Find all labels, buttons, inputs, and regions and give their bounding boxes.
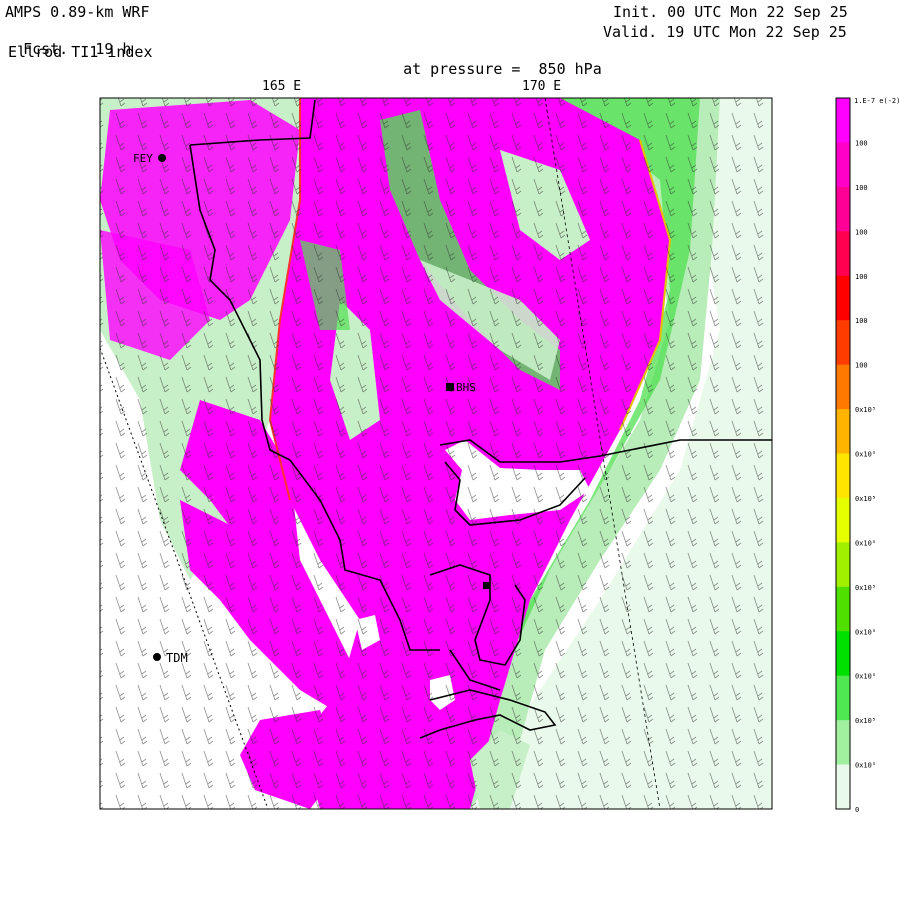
colorbar-tick-label: 0x10⁵ [855, 451, 876, 459]
colorbar-swatch [836, 275, 850, 321]
colorbar-swatch [836, 231, 850, 277]
colorbar-swatch [836, 675, 850, 721]
colorbar-tick-label: 0x10⁵ [855, 406, 876, 414]
colorbar-tick-label: 100 [855, 228, 868, 236]
colorbar-tick-label: 0 [855, 806, 859, 814]
colorbar-tick-label: 100 [855, 362, 868, 370]
colorbar-swatch [836, 186, 850, 232]
colorbar-swatch [836, 586, 850, 632]
colorbar-tick-label: 100 [855, 139, 868, 147]
colorbar-swatch [836, 542, 850, 588]
colorbar-tick-label: 100 [855, 317, 868, 325]
colorbar-swatch [836, 453, 850, 499]
colorbar-labels: 100 100 100 100 100 100 0x10⁵ 0x10⁵ 0x10⁵ 0x10⁵ 0x… [855, 139, 876, 814]
colorbar-tick-label: 100 [855, 273, 868, 281]
colorbar-tick-label: 0x10⁵ [855, 717, 876, 725]
colorbar-swatch [836, 320, 850, 366]
colorbar-swatch [836, 764, 850, 810]
colorbar-swatch [836, 497, 850, 543]
colorbar-tick-label: 0x10⁵ [855, 584, 876, 592]
colorbar-swatch [836, 142, 850, 188]
colorbar-swatch [836, 364, 850, 410]
colorbar-swatches [836, 98, 850, 810]
colorbar-swatch [836, 98, 850, 143]
colorbar-top-label: 1.E-7 e(-2) [854, 97, 900, 105]
colorbar: 1.E-7 e(-2) 100 100 100 100 100 100 0x10⁵ 0x10⁵… [835, 97, 900, 814]
colorbar-swatch [836, 631, 850, 677]
colorbar-tick-label: 0x10⁵ [855, 628, 876, 636]
colorbar-tick-label: 100 [855, 184, 868, 192]
colorbar-tick-label: 0x10⁵ [855, 495, 876, 503]
colorbar-tick-label: 0x10⁵ [855, 762, 876, 770]
colorbar-tick-label: 0x10⁵ [855, 673, 876, 681]
colorbar-swatch [836, 720, 850, 766]
colorbar-tick-label: 0x10⁵ [855, 539, 876, 547]
colorbar-swatch [836, 409, 850, 454]
